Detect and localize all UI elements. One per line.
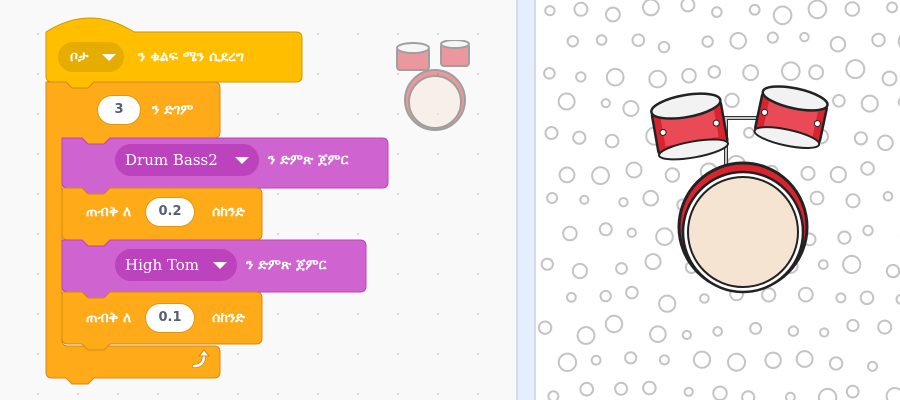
key-dropdown[interactable]: ቦታ [58, 42, 124, 72]
wait-2-seconds-input[interactable]: 0.1 [146, 304, 194, 332]
chevron-down-icon [102, 54, 116, 61]
pane-divider [516, 0, 536, 400]
drum-dropdown-1[interactable]: Drum Bass2 [115, 144, 259, 176]
drum-kit-sprite[interactable] [536, 0, 900, 400]
play-drum-2-label: ን ድምጽ ጀምር [246, 257, 327, 273]
repeat-count-input[interactable]: 3 [98, 96, 140, 124]
key-dropdown-value: ቦታ [70, 49, 89, 65]
drum-dropdown-2[interactable]: High Tom [115, 249, 237, 281]
wait-1-prefix: ጠብቅ ለ [86, 204, 132, 220]
wait-1-seconds-input[interactable]: 0.2 [146, 198, 194, 226]
chevron-down-icon [235, 157, 249, 164]
drum-dropdown-1-value: Drum Bass2 [125, 151, 218, 169]
code-area[interactable]: ቦታ ን ቁልፍ ሜን ሲደረግ 3 ን ድገም Drum Bass2 ን ድም… [0, 0, 516, 400]
drum-dropdown-2-value: High Tom [125, 256, 200, 274]
hat-block-label: ን ቁልፍ ሜን ሲደረግ [138, 49, 244, 65]
play-drum-1-label: ን ድምጽ ጀምር [268, 152, 349, 168]
wait-2-suffix: ሰከንድ [212, 310, 245, 326]
repeat-block-label: ን ድገም [152, 102, 194, 118]
wait-2-prefix: ጠብቅ ለ [86, 310, 132, 326]
stage[interactable] [536, 0, 900, 400]
wait-1-suffix: ሰከንድ [212, 204, 245, 220]
drum-kit-icon [650, 85, 829, 294]
chevron-down-icon [213, 262, 227, 269]
